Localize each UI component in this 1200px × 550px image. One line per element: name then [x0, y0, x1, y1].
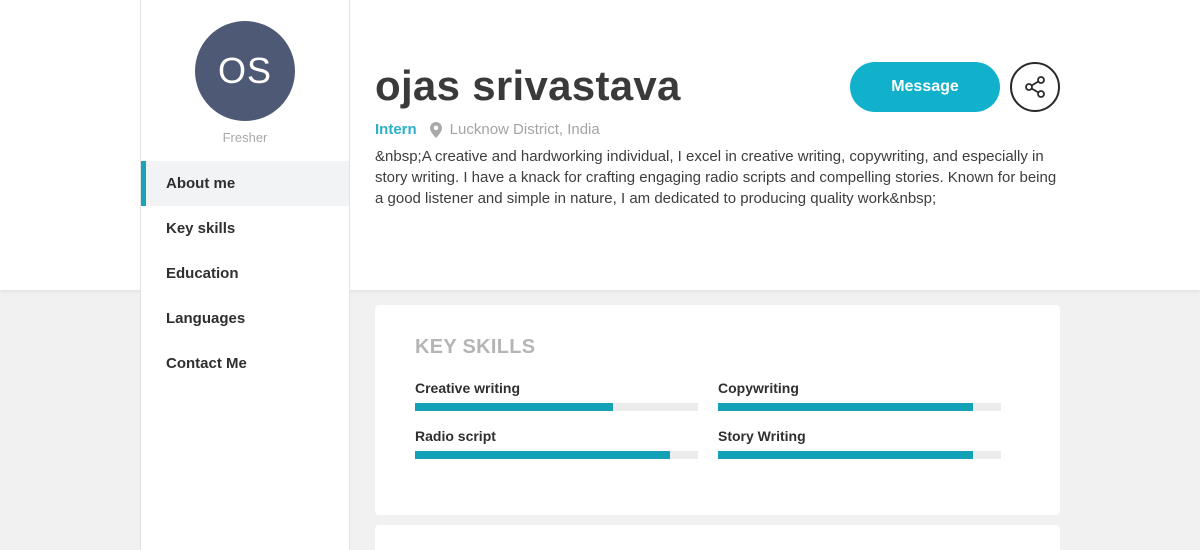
location-label: Lucknow District, India: [449, 121, 600, 138]
sidebar-item-languages[interactable]: Languages: [141, 296, 349, 341]
sidebar-item-label: Languages: [166, 310, 246, 327]
avatar: OS: [195, 21, 295, 121]
skill-progress-fill: [415, 403, 614, 411]
skill-item: Radio script: [415, 428, 698, 459]
share-icon: [1023, 75, 1047, 99]
skill-progress-fill: [718, 403, 973, 411]
profile-sidebar: OS Fresher About me Key skills Education…: [140, 0, 350, 550]
profile-name: ojas srivastava: [375, 62, 681, 109]
skill-item: Creative writing: [415, 380, 698, 411]
profile-meta: Intern Lucknow District, India: [375, 121, 600, 138]
sidebar-item-education[interactable]: Education: [141, 251, 349, 296]
sidebar-item-label: Education: [166, 265, 239, 282]
skill-progress-fill: [718, 451, 973, 459]
skill-progress-bar: [415, 451, 698, 459]
sidebar-item-label: About me: [166, 175, 236, 192]
sidebar-item-label: Key skills: [166, 220, 236, 237]
skill-progress-bar: [718, 403, 1001, 411]
sidebar-nav: About me Key skills Education Languages …: [141, 161, 349, 386]
next-section-card: [375, 525, 1060, 550]
skill-progress-bar: [415, 403, 698, 411]
sidebar-item-label: Contact Me: [166, 355, 247, 372]
profile-bio: &nbsp;A creative and hardworking individ…: [375, 148, 1057, 207]
skill-label: Creative writing: [415, 380, 521, 396]
key-skills-card: KEY SKILLS Creative writing Copywriting …: [375, 305, 1060, 515]
skill-progress-bar: [718, 451, 1001, 459]
share-button[interactable]: [1010, 62, 1060, 112]
skill-label: Story Writing: [718, 428, 806, 444]
skill-label: Copywriting: [718, 380, 799, 396]
sidebar-item-key-skills[interactable]: Key skills: [141, 206, 349, 251]
role-label: Intern: [375, 121, 417, 138]
message-button[interactable]: Message: [850, 62, 1000, 112]
skill-progress-fill: [415, 451, 670, 459]
status-label: Fresher: [222, 130, 268, 145]
location-pin-icon: [429, 121, 442, 138]
skill-label: Radio script: [415, 428, 496, 444]
key-skills-title: KEY SKILLS: [415, 336, 536, 358]
skill-item: Story Writing: [718, 428, 1001, 459]
sidebar-item-contact-me[interactable]: Contact Me: [141, 341, 349, 386]
skill-item: Copywriting: [718, 380, 1001, 411]
sidebar-item-about-me[interactable]: About me: [141, 161, 349, 206]
